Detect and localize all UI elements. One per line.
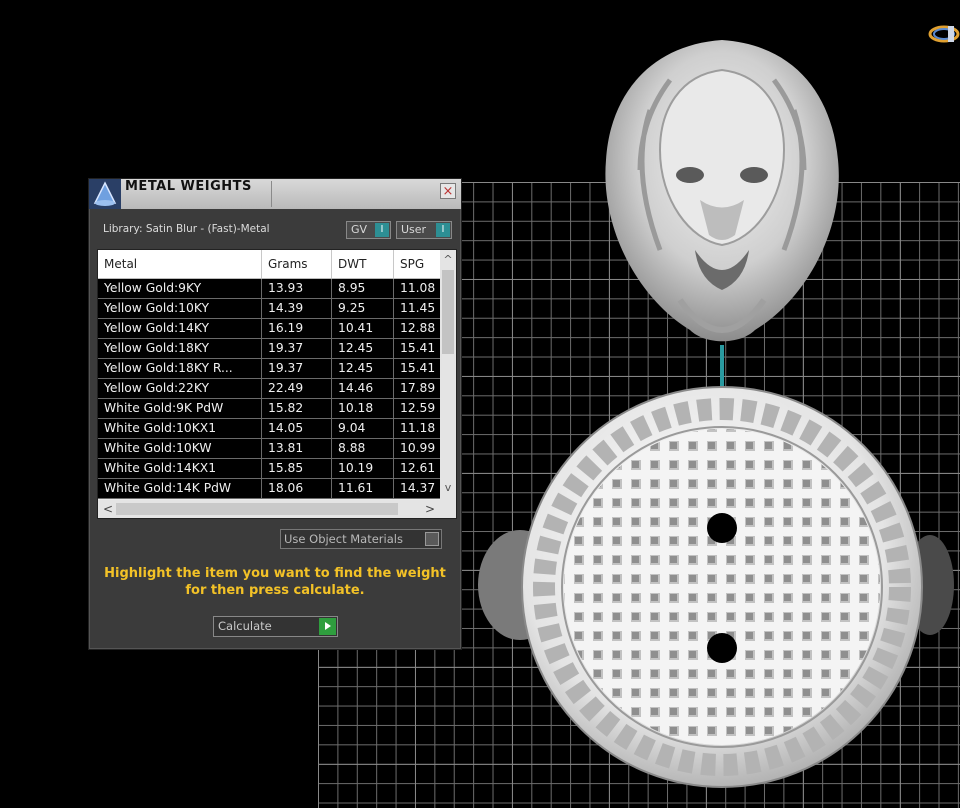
column-header-spg[interactable]: SPG [394,250,440,278]
spg-cell: 17.89 [400,381,436,395]
vertical-scroll-thumb[interactable] [442,270,454,354]
titlebar-divider [271,181,272,207]
metal-cell: White Gold:10KX1 [98,419,262,438]
column-header-grams[interactable]: Grams [262,250,332,278]
grams-cell: 19.37 [262,359,332,378]
table-row[interactable]: White Gold:14K PdW 18.06 11.61 14.37 [98,479,440,499]
instruction-line-2: for then press calculate. [185,583,365,598]
instruction-text: Highlight the item you want to find the … [89,565,461,599]
dwt-cell: 10.18 [332,399,394,418]
dialog-titlebar[interactable]: METAL WEIGHTS × [89,179,461,209]
metal-cell: Yellow Gold:10KY [98,299,262,318]
calculate-button[interactable]: Calculate [213,616,338,637]
column-header-dwt[interactable]: DWT [332,250,394,278]
use-object-materials-label: Use Object Materials [284,532,403,546]
dwt-cell: 12.45 [332,359,394,378]
metal-table: Metal Grams DWT SPG Yellow Gold:9KY 13.93… [97,249,457,519]
metal-weights-dialog: METAL WEIGHTS × Library: Satin Blur - (F… [88,178,462,650]
table-row[interactable]: White Gold:10KW 13.81 8.88 10.99 [98,439,440,459]
use-object-materials-checkbox[interactable]: Use Object Materials [280,529,442,549]
play-arrow-icon[interactable] [319,618,336,635]
greek-key-disc [521,386,923,788]
table-row[interactable]: Yellow Gold:14KY 16.19 10.41 12.88 [98,319,440,339]
spg-cell: 11.45 [400,301,436,315]
dwt-cell: 8.95 [332,279,394,298]
metal-cell: Yellow Gold:22KY [98,379,262,398]
grams-cell: 13.81 [262,439,332,458]
dwt-cell: 11.61 [332,479,394,498]
orientation-gizmo-icon[interactable] [928,20,960,48]
grams-cell: 15.85 [262,459,332,478]
horizontal-scrollbar[interactable]: < > [98,500,456,518]
user-toggle[interactable]: User I [396,221,452,239]
grams-cell: 18.06 [262,479,332,498]
spg-cell: 14.37 [400,481,436,495]
metal-cell: White Gold:14KX1 [98,459,262,478]
spg-cell: 11.08 [400,281,436,295]
table-row[interactable]: White Gold:10KX1 14.05 9.04 11.18 [98,419,440,439]
spg-cell: 11.18 [400,421,436,435]
grams-cell: 13.93 [262,279,332,298]
metal-cell: White Gold:9K PdW [98,399,262,418]
table-row[interactable]: Yellow Gold:9KY 13.93 8.95 11.08 [98,279,440,299]
spg-cell: 15.41 [400,341,436,355]
table-row[interactable]: Yellow Gold:18KY 19.37 12.45 15.41 [98,339,440,359]
metal-cell: White Gold:14K PdW [98,479,262,498]
grams-cell: 14.05 [262,419,332,438]
gv-toggle[interactable]: GV I [346,221,391,239]
dwt-cell: 9.04 [332,419,394,438]
calculate-label: Calculate [218,619,272,633]
grams-cell: 19.37 [262,339,332,358]
column-header-metal[interactable]: Metal [98,250,262,278]
gv-toggle-indicator: I [375,223,389,237]
lion-head-pendant [605,40,839,342]
instruction-line-1: Highlight the item you want to find the … [104,566,446,581]
table-row[interactable]: White Gold:14KX1 15.85 10.19 12.61 [98,459,440,479]
dwt-cell: 12.45 [332,339,394,358]
scroll-left-icon[interactable]: < [100,500,116,518]
vertical-scrollbar[interactable]: ^ v [440,250,456,500]
table-body: Yellow Gold:9KY 13.93 8.95 11.08 Yellow Gol… [98,279,440,499]
table-header: Metal Grams DWT SPG [98,250,440,279]
metal-cell: Yellow Gold:14KY [98,319,262,338]
spg-cell: 12.59 [400,401,436,415]
dwt-cell: 9.25 [332,299,394,318]
scroll-down-icon[interactable]: v [440,480,456,496]
metal-cell: Yellow Gold:18KY [98,339,262,358]
table-row[interactable]: Yellow Gold:18KY R... 19.37 12.45 15.41 [98,359,440,379]
spg-cell: 12.61 [400,461,436,475]
metal-cell: Yellow Gold:18KY R... [98,359,262,378]
grams-cell: 14.39 [262,299,332,318]
user-toggle-indicator: I [436,223,450,237]
scroll-right-icon[interactable]: > [422,500,438,518]
spg-cell: 15.41 [400,361,436,375]
metal-cell: Yellow Gold:9KY [98,279,262,298]
dialog-title: METAL WEIGHTS [125,179,252,194]
table-row[interactable]: White Gold:9K PdW 15.82 10.18 12.59 [98,399,440,419]
user-label: User [401,223,427,236]
library-label: Library: Satin Blur - (Fast)-Metal [103,223,270,235]
scroll-up-icon[interactable]: ^ [440,252,456,268]
dwt-cell: 10.41 [332,319,394,338]
checkbox-icon[interactable] [425,532,439,546]
dwt-cell: 10.19 [332,459,394,478]
horizontal-scroll-thumb[interactable] [116,503,398,515]
dwt-cell: 14.46 [332,379,394,398]
grams-cell: 15.82 [262,399,332,418]
spg-cell: 10.99 [400,441,436,455]
grams-cell: 22.49 [262,379,332,398]
close-icon[interactable]: × [440,183,456,199]
table-row[interactable]: Yellow Gold:10KY 14.39 9.25 11.45 [98,299,440,319]
metal-cell: White Gold:10KW [98,439,262,458]
grams-cell: 16.19 [262,319,332,338]
cone-logo-icon [89,179,121,209]
dwt-cell: 8.88 [332,439,394,458]
spg-cell: 12.88 [400,321,436,335]
gv-label: GV [351,223,368,236]
table-row[interactable]: Yellow Gold:22KY 22.49 14.46 17.89 [98,379,440,399]
